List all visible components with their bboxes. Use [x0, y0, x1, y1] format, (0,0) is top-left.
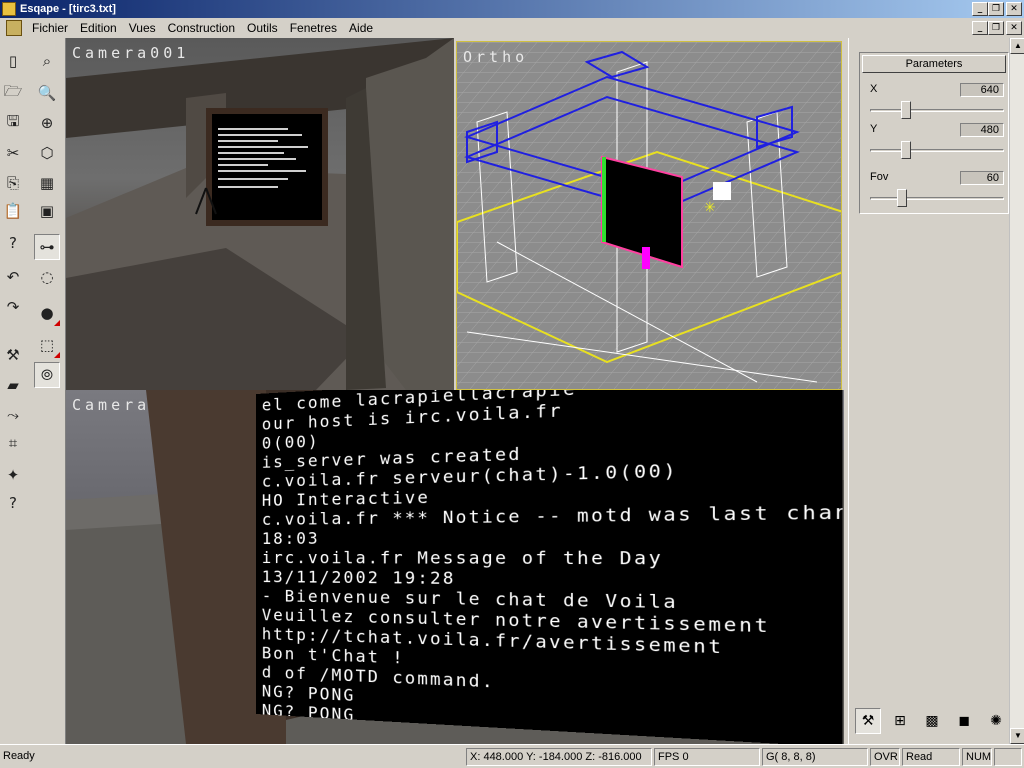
fov-label: Fov — [870, 171, 889, 183]
cut-icon[interactable]: ✂ — [0, 140, 26, 166]
path-tool-icon[interactable]: ⤳ — [0, 402, 26, 428]
save-icon[interactable]: 🖫 — [0, 110, 26, 136]
camera-tool-icon[interactable]: ⦾ — [34, 362, 60, 388]
status-grid: G( 8, 8, 8) — [762, 748, 868, 766]
irc-screen: el come lacrapiellacrapie our host is ir… — [256, 390, 843, 744]
app-icon — [2, 2, 16, 16]
light-tool-icon[interactable]: ✦ — [0, 462, 26, 488]
status-extra — [994, 748, 1022, 766]
status-ovr: OVR — [870, 748, 900, 766]
screen-line: irc.voila.fr Message of the Day — [261, 547, 664, 569]
minimize-button[interactable]: _ — [972, 2, 988, 16]
hammer-icon[interactable]: ⚒ — [0, 342, 26, 368]
viewport-label: Camera001 — [72, 44, 190, 62]
select-rect-icon[interactable]: ⬚ — [34, 332, 60, 358]
camera001-viewport[interactable]: Camera001 — [66, 38, 454, 390]
doc-restore-button[interactable]: ❐ — [988, 21, 1004, 35]
crop-tool-icon[interactable]: ⌗ — [0, 430, 26, 456]
copy-icon[interactable]: ⎘ — [0, 170, 26, 196]
x-label: X — [870, 83, 878, 95]
camera001-scene — [66, 38, 454, 390]
window-icon[interactable]: ▣ — [34, 198, 60, 224]
pin-tool-icon[interactable]: ⊶ — [34, 234, 60, 260]
panel-tabs: ⚒ ⊞ ▩ ◼ ✺ — [855, 708, 1009, 734]
viewport-label: Camera — [72, 396, 151, 414]
fov-slider[interactable] — [870, 197, 1004, 200]
rotate-select-icon[interactable]: ◌ — [34, 264, 60, 290]
multi-cube-icon[interactable]: ▦ — [34, 170, 60, 196]
cube-icon[interactable]: ⬡ — [34, 140, 60, 166]
status-num: NUM — [962, 748, 992, 766]
document-icon[interactable] — [6, 20, 22, 36]
context-help-icon[interactable]: ? — [0, 490, 26, 516]
right-panel: Parameters X 640 Y 480 Fov 60 ⚒ ⊞ ▩ ◼ ✺ … — [848, 38, 1024, 744]
undo-icon[interactable]: ↶ — [0, 264, 26, 290]
help-icon[interactable]: ? — [0, 230, 26, 256]
new-file-icon[interactable]: ▯ — [0, 48, 26, 74]
texture-icon[interactable]: ▩ — [919, 708, 945, 734]
zoom-region-icon[interactable]: ⌕ — [34, 48, 60, 74]
paint-icon[interactable]: ▰ — [0, 372, 26, 398]
title-bar: Esqape - [tirc3.txt] _ ❐ ✕ — [0, 0, 1024, 18]
light-bulb-icon[interactable]: ✺ — [983, 708, 1009, 734]
menu-vues[interactable]: Vues — [123, 21, 162, 35]
viewport-label: Ortho — [463, 48, 529, 66]
close-button[interactable]: ✕ — [1006, 2, 1022, 16]
status-bar: Ready X: 448.000 Y: -184.000 Z: -816.000… — [0, 744, 1024, 768]
y-slider-thumb[interactable] — [901, 141, 911, 159]
x-slider-thumb[interactable] — [901, 101, 911, 119]
sphere-icon[interactable]: ● — [34, 300, 60, 326]
restore-button[interactable]: ❐ — [988, 2, 1004, 16]
menu-aide[interactable]: Aide — [343, 21, 379, 35]
doc-close-button[interactable]: ✕ — [1006, 21, 1022, 35]
vertical-scrollbar[interactable]: ▲ ▼ — [1009, 38, 1024, 744]
ortho-scene: ✳ — [457, 42, 841, 389]
window-title: Esqape - [tirc3.txt] — [20, 3, 116, 15]
menu-bar: Fichier Edition Vues Construction Outils… — [0, 18, 1024, 38]
camera-viewport[interactable]: Camera el come lacrapiellacrapie our hos… — [66, 390, 844, 744]
fov-slider-thumb[interactable] — [897, 189, 908, 207]
status-coordinates: X: 448.000 Y: -184.000 Z: -816.000 — [466, 748, 652, 766]
y-value[interactable]: 480 — [960, 123, 1004, 137]
x-slider[interactable] — [870, 109, 1004, 112]
parameters-title[interactable]: Parameters — [862, 55, 1006, 73]
svg-text:✳: ✳ — [704, 200, 716, 216]
scroll-up-arrow-icon[interactable]: ▲ — [1010, 38, 1024, 54]
paste-icon[interactable]: 📋 — [0, 198, 26, 224]
x-value[interactable]: 640 — [960, 83, 1004, 97]
object-box-icon[interactable]: ◼ — [951, 708, 977, 734]
menu-construction[interactable]: Construction — [162, 21, 241, 35]
left-toolbar: ▯ ⌕ 🗁 🔍 🖫 ⊕ ✂ ⬡ ⎘ ▦ 📋 ▣ ? ⊶ ↶ ◌ ↷ ● ⬚ ⚒ … — [0, 38, 66, 744]
viewport-area: Camera001 ✳ Ortho Camera el come lacrapi… — [66, 38, 844, 744]
status-ready: Ready — [3, 750, 35, 762]
orbit-icon[interactable]: ⊕ — [34, 110, 60, 136]
redo-icon[interactable]: ↷ — [0, 294, 26, 320]
ortho-viewport[interactable]: ✳ Ortho — [456, 41, 842, 390]
menu-fenetres[interactable]: Fenetres — [284, 21, 343, 35]
document-window-controls: _ ❐ ✕ — [972, 21, 1022, 35]
status-read: Read — [902, 748, 960, 766]
scroll-down-arrow-icon[interactable]: ▼ — [1010, 728, 1024, 744]
menu-fichier[interactable]: Fichier — [26, 21, 74, 35]
hierarchy-icon[interactable]: ⊞ — [887, 708, 913, 734]
y-slider[interactable] — [870, 149, 1004, 152]
menu-edition[interactable]: Edition — [74, 21, 123, 35]
open-folder-icon[interactable]: 🗁 — [0, 80, 26, 106]
zoom-icon[interactable]: 🔍 — [34, 80, 60, 106]
doc-minimize-button[interactable]: _ — [972, 21, 988, 35]
parameters-panel: Parameters X 640 Y 480 Fov 60 — [859, 52, 1009, 214]
y-label: Y — [870, 123, 878, 135]
status-fps: FPS 0 — [654, 748, 760, 766]
build-tool-icon[interactable]: ⚒ — [855, 708, 881, 734]
menu-outils[interactable]: Outils — [241, 21, 284, 35]
fov-value[interactable]: 60 — [960, 171, 1004, 185]
